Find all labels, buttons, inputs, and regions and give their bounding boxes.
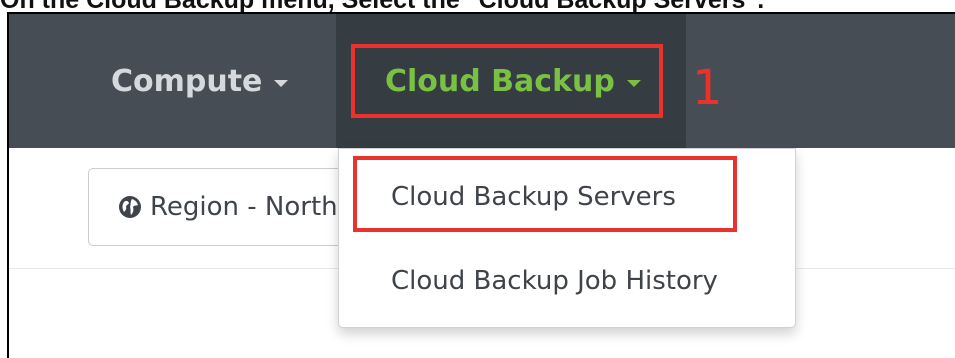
nav-compute-menu[interactable]: Compute [111,14,289,148]
region-selector-button[interactable]: Region - North [88,168,368,246]
caret-down-icon [274,79,289,87]
nav-compute-label: Compute [111,63,263,99]
region-label: Region - North [150,192,338,222]
highlight-box-cloud-backup-servers [353,156,737,232]
screenshot-frame: Compute Cloud Backup Region - North Clou… [7,12,955,358]
highlight-box-cloud-backup [351,44,663,118]
globe-icon [119,196,141,218]
menu-item-cloud-backup-job-history[interactable]: Cloud Backup Job History [391,265,718,297]
step-number-label: 1 [692,60,723,116]
